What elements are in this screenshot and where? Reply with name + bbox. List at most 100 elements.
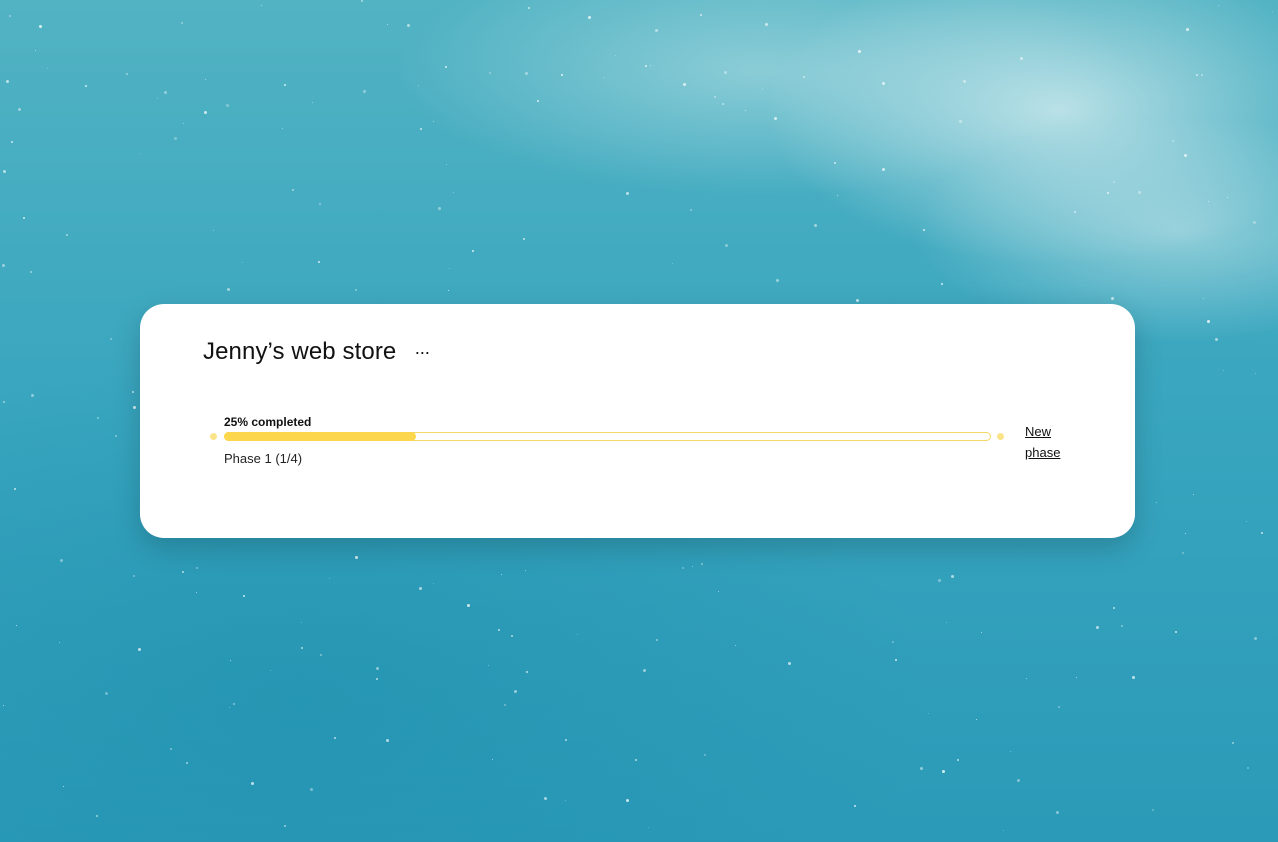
snow-speck [498,629,500,631]
snow-speck [1113,607,1115,609]
snow-speck [858,50,861,53]
snow-speck [6,80,9,83]
snow-speck [588,16,591,19]
snow-speck [9,15,11,17]
snow-speck [701,563,703,565]
snow-speck [329,578,330,579]
snow-speck [363,90,366,93]
snow-speck [565,800,566,801]
snow-speck [292,189,294,191]
snow-speck [126,73,128,75]
snow-speck [312,102,313,103]
snow-speck [1152,809,1154,811]
snow-speck [683,83,686,86]
snow-speck [284,825,286,827]
snow-speck [472,250,474,252]
snow-speck [196,567,198,569]
snow-speck [433,583,434,584]
snow-speck [488,665,489,666]
snow-speck [449,268,450,269]
snow-speck [63,786,64,787]
snow-speck [133,575,135,577]
snow-speck [1254,637,1257,640]
progress-start-dot-icon [210,433,217,440]
snow-speck [3,170,6,173]
snow-speck [418,85,419,86]
snow-speck [682,567,684,569]
snow-speck [951,575,954,578]
snow-speck [243,595,245,597]
snow-speck [183,123,184,124]
snow-speck [170,748,172,750]
snow-speck [445,66,447,68]
snow-speck [47,68,48,69]
snow-speck [735,645,736,646]
snow-speck [319,203,321,205]
snow-speck [1218,5,1219,6]
snow-speck [514,690,517,693]
more-options-icon[interactable]: ··· [410,343,433,361]
snow-speck [227,288,230,291]
snow-speck [1172,140,1174,142]
snow-speck [1186,28,1189,31]
snow-speck [528,7,530,9]
snow-speck [561,74,563,76]
snow-speck [892,641,894,643]
snow-speck [1182,552,1184,554]
snow-speck [1185,533,1186,534]
snow-speck [1175,631,1177,633]
snow-speck [1272,11,1273,12]
snow-speck [14,488,16,490]
snow-speck [1215,338,1218,341]
snow-speck [16,625,17,626]
snow-speck [577,634,578,635]
snow-speck [645,65,647,67]
snow-speck [1207,320,1210,323]
snow-speck [310,788,313,791]
snow-speck [60,559,63,562]
snow-speck [526,671,528,673]
snow-speck [261,5,262,6]
snow-speck [438,207,441,210]
snow-speck [776,279,779,282]
snow-speck [655,29,658,32]
snow-speck [105,692,108,695]
snow-speck [205,79,206,80]
snow-speck [1208,201,1209,202]
snow-speck [1026,678,1027,679]
snow-speck [724,71,727,74]
snow-speck [419,587,422,590]
snow-speck [765,23,768,26]
snow-speck [251,782,254,785]
snow-speck [1010,751,1011,752]
snow-speck [895,659,897,661]
snow-speck [1107,192,1109,194]
snow-speck [138,648,141,651]
snow-speck [704,754,706,756]
snow-speck [1223,370,1224,371]
snow-speck [1074,211,1076,213]
snow-speck [714,96,716,98]
snow-speck [1122,69,1123,70]
snow-speck [31,394,34,397]
snow-speck [976,719,977,720]
snow-speck [242,262,243,263]
snow-speck [3,705,4,706]
progress-bar [224,432,991,441]
snow-speck [920,767,923,770]
snow-speck [270,670,271,671]
new-phase-link[interactable]: New phase [1025,421,1085,463]
snow-speck [35,50,36,51]
snow-speck [882,168,885,171]
snow-speck [1232,742,1234,744]
snow-speck [1138,191,1141,194]
snow-speck [376,667,379,670]
snow-speck [1056,811,1059,814]
snow-speck [1017,779,1020,782]
snow-speck [11,141,13,143]
snow-speck [66,234,68,236]
snow-speck [501,574,502,575]
snow-speck [181,22,183,24]
snow-speck [355,556,358,559]
snow-speck [946,622,947,623]
